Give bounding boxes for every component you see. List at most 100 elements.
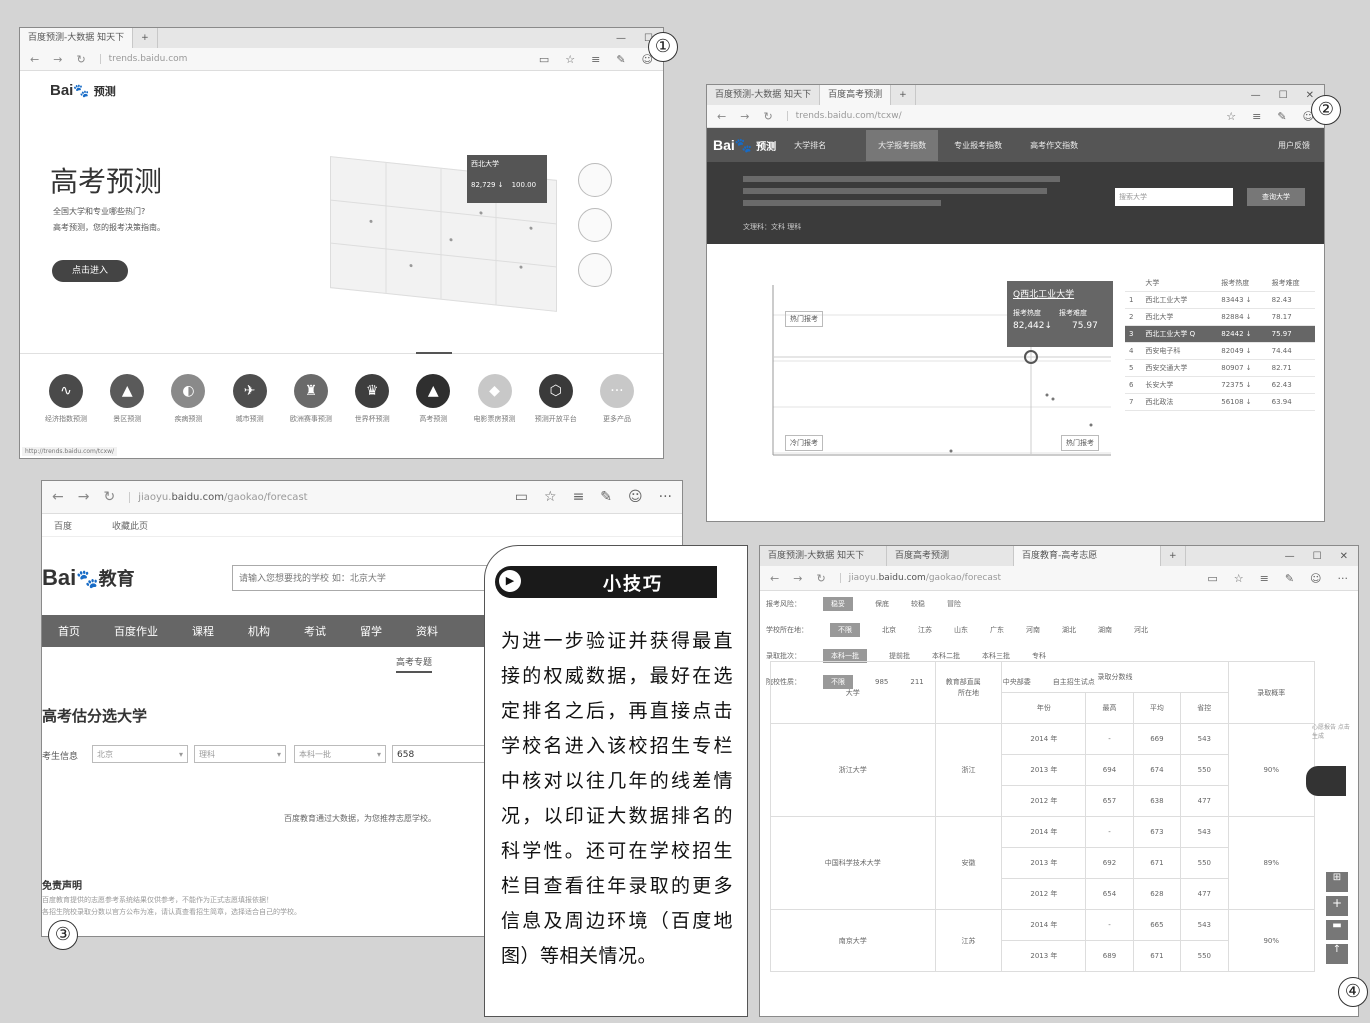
score-input[interactable]: 658 — [392, 745, 488, 763]
forward-icon[interactable]: → — [740, 110, 749, 123]
rank-col-school[interactable]: 大学 — [1141, 275, 1218, 292]
nav-item-1[interactable]: 百度作业 — [114, 623, 158, 639]
hub-icon[interactable]: ≡ — [1260, 572, 1269, 585]
filter-option[interactable]: 广东 — [990, 625, 1004, 635]
table-row[interactable]: 2 西北大学 82884 ↓ 78.17 — [1125, 308, 1315, 326]
table-row[interactable]: 4 西安电子科 82049 ↓ 74.44 — [1125, 342, 1315, 360]
product-item[interactable]: ··· 更多产品 — [591, 374, 643, 424]
side-circle-2[interactable] — [578, 208, 612, 242]
tab-trends[interactable]: 百度预测-大数据 知天下 — [707, 85, 821, 105]
url-field[interactable]: jiaoyu.baidu.com/gaokao/forecast — [839, 573, 1001, 583]
new-tab-button[interactable]: + — [1161, 546, 1186, 566]
product-item[interactable]: ♜ 欧洲赛事预测 — [285, 374, 337, 424]
table-row[interactable]: 3 西北工业大学 Q 82442 ↓ 75.97 — [1125, 325, 1315, 343]
batch-select[interactable]: 本科一批 ▾ — [294, 745, 386, 763]
nav-item-6[interactable]: 资料 — [416, 623, 438, 639]
refresh-icon[interactable]: ↻ — [76, 53, 85, 66]
table-row[interactable]: 6 长安大学 72375 ↓ 62.43 — [1125, 376, 1315, 394]
filter-option[interactable]: 保底 — [875, 599, 889, 609]
back-icon[interactable]: ← — [52, 489, 64, 505]
close-icon[interactable]: ✕ — [1306, 90, 1314, 101]
table-row[interactable]: 7 西北政法 56108 ↓ 63.94 — [1125, 393, 1315, 411]
table-row[interactable]: 5 西安交通大学 80907 ↓ 82.71 — [1125, 359, 1315, 377]
site-search-input[interactable]: 请输入您想要找的学校 如：北京大学 — [232, 565, 492, 591]
rank-col-heat[interactable]: 报考热度 — [1217, 275, 1268, 292]
smile-icon[interactable]: ☺ — [1310, 572, 1321, 585]
bookmark-a[interactable]: 百度 — [54, 519, 72, 532]
favorite-star-icon[interactable]: ☆ — [565, 53, 575, 66]
side-widget-icon[interactable] — [1306, 766, 1346, 796]
reading-view-icon[interactable]: ▭ — [515, 489, 528, 505]
nav-tab-essay-index[interactable]: 高考作文指数 — [1030, 140, 1078, 151]
filter-option[interactable]: 本科二批 — [932, 651, 960, 661]
minimize-icon[interactable]: — — [1285, 551, 1295, 562]
back-icon[interactable]: ← — [717, 110, 726, 123]
filter-option[interactable]: 河南 — [1026, 625, 1040, 635]
more-icon[interactable]: ··· — [1338, 572, 1349, 585]
minimize-icon[interactable]: — — [1251, 90, 1261, 101]
school-search-button[interactable]: 查询大学 — [1247, 188, 1305, 206]
school-name[interactable]: 南京大学 — [770, 909, 936, 972]
school-name[interactable]: 浙江大学 — [770, 723, 936, 817]
filter-option[interactable]: 山东 — [954, 625, 968, 635]
filter-subject[interactable]: 文理科：文科 理科 — [743, 222, 801, 232]
baidu-education-logo[interactable]: Bai🐾教育 — [42, 565, 135, 591]
filter-chip-selected[interactable]: 稳妥 — [823, 597, 853, 611]
scan-icon[interactable]: ⊞ — [1326, 872, 1348, 892]
feedback-link[interactable]: 用户反馈 — [1278, 140, 1310, 151]
refresh-icon[interactable]: ↻ — [103, 489, 115, 505]
filter-option[interactable]: 冒险 — [947, 599, 961, 609]
filter-option[interactable]: 提前批 — [889, 651, 910, 661]
product-item[interactable]: ▲ 高考预测 — [407, 374, 459, 424]
forward-icon[interactable]: → — [78, 489, 90, 505]
popup-school[interactable]: Q西北工业大学 — [1013, 287, 1107, 300]
url-field[interactable]: trends.baidu.com/tcxw/ — [786, 111, 902, 121]
minimize-icon[interactable]: — — [616, 33, 626, 44]
filter-chip-selected[interactable]: 不限 — [830, 623, 860, 637]
new-tab-button[interactable]: + — [891, 85, 916, 105]
nav-item-0[interactable]: 首页 — [58, 623, 80, 639]
table-row[interactable]: 1 西北工业大学 83443 ↓ 82.43 — [1125, 291, 1315, 309]
product-item[interactable]: ▲ 景区预测 — [101, 374, 153, 424]
new-tab-button[interactable]: + — [133, 28, 158, 48]
nav-tab-school-index[interactable]: 大学报考指数 — [866, 129, 939, 161]
comment-icon[interactable]: ▬ — [1326, 920, 1348, 940]
filter-option[interactable]: 江苏 — [918, 625, 932, 635]
hub-icon[interactable]: ≡ — [591, 53, 600, 66]
forward-icon[interactable]: → — [53, 53, 62, 66]
enter-button[interactable]: 点击进入 — [52, 260, 128, 282]
plus-icon[interactable]: + — [1326, 896, 1348, 916]
hub-icon[interactable]: ≡ — [1252, 110, 1261, 123]
filter-option[interactable]: 河北 — [1134, 625, 1148, 635]
province-select[interactable]: 北京 ▾ — [92, 745, 188, 763]
smile-icon[interactable]: ☺ — [628, 489, 643, 505]
tab-gaokao[interactable]: 百度高考预测 — [820, 85, 892, 105]
filter-option[interactable]: 较稳 — [911, 599, 925, 609]
product-item[interactable]: ♛ 世界杯预测 — [346, 374, 398, 424]
back-icon[interactable]: ← — [30, 53, 39, 66]
note-icon[interactable]: ✎ — [1285, 572, 1294, 585]
baidu-forecast-logo[interactable]: Bai🐾 预测 — [713, 137, 776, 154]
refresh-icon[interactable]: ↻ — [763, 110, 772, 123]
product-item[interactable]: ✈ 城市预测 — [224, 374, 276, 424]
nav-school-label[interactable]: 大学排名 — [794, 140, 826, 151]
close-icon[interactable]: ✕ — [1340, 551, 1348, 562]
back-to-top-icon[interactable]: ↑ — [1326, 944, 1348, 964]
side-circle-1[interactable] — [578, 163, 612, 197]
reading-view-icon[interactable]: ▭ — [539, 53, 549, 66]
url-field[interactable]: trends.baidu.com — [99, 54, 187, 64]
product-item[interactable]: ∿ 经济指数预测 — [40, 374, 92, 424]
back-icon[interactable]: ← — [770, 572, 779, 585]
maximize-icon[interactable]: ☐ — [1313, 551, 1322, 562]
rank-col-difficulty[interactable]: 报考难度 — [1267, 275, 1315, 292]
note-icon[interactable]: ✎ — [1277, 110, 1286, 123]
nav-item-2[interactable]: 课程 — [192, 623, 214, 639]
maximize-icon[interactable]: ☐ — [1279, 90, 1288, 101]
nav-item-4[interactable]: 考试 — [304, 623, 326, 639]
tab-education[interactable]: 百度教育-高考志愿 — [1014, 546, 1161, 566]
favorite-star-icon[interactable]: ☆ — [1234, 572, 1244, 585]
subnav-gaokao[interactable]: 高考专题 — [396, 655, 433, 673]
tab-trends[interactable]: 百度预测-大数据 知天下 — [760, 546, 887, 566]
product-item[interactable]: ⬡ 预测开放平台 — [530, 374, 582, 424]
favorite-star-icon[interactable]: ☆ — [544, 489, 557, 505]
